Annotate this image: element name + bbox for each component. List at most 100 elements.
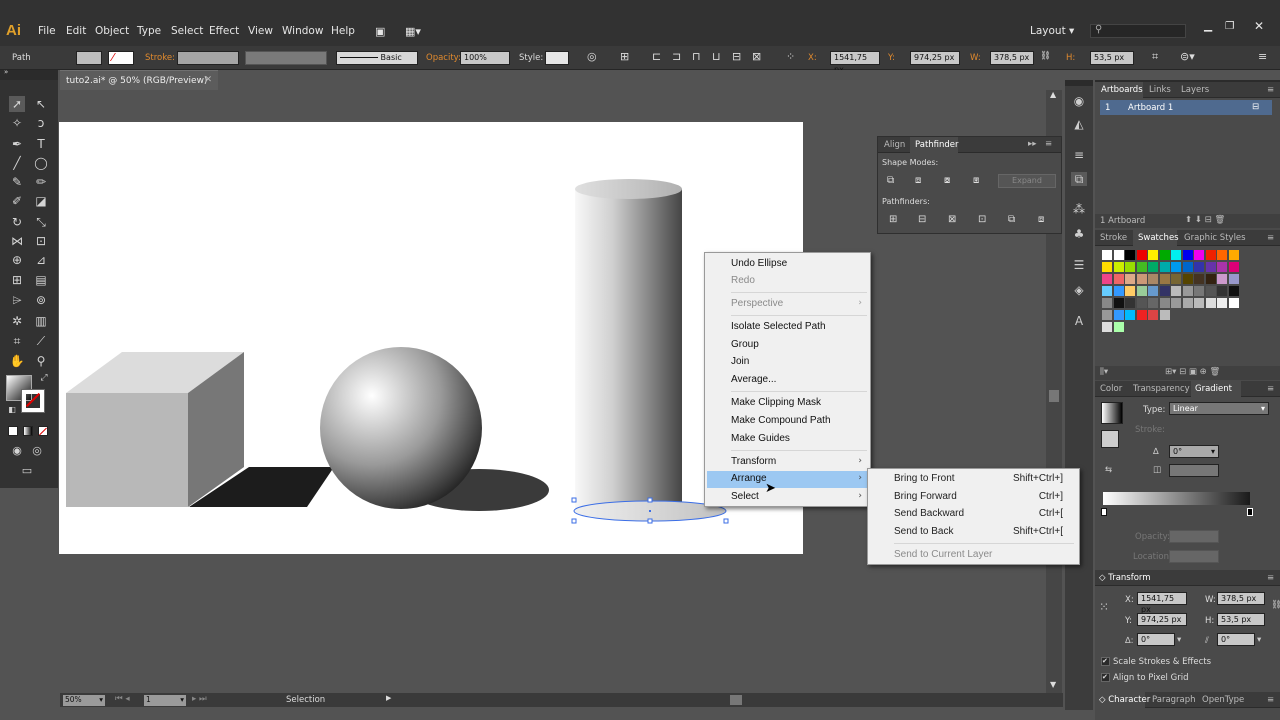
shear-field[interactable]: 0° — [1217, 633, 1255, 646]
swatch[interactable] — [1113, 286, 1124, 296]
unite-icon[interactable]: ⧉ — [887, 175, 894, 186]
swatch[interactable] — [1136, 262, 1147, 272]
isolate-icon[interactable]: ⊜▾ — [1180, 50, 1195, 63]
panel-menu-icon[interactable]: ≡ — [1045, 139, 1052, 149]
swatch[interactable] — [1228, 286, 1239, 296]
artboard-row[interactable]: 1 Artboard 1 ⊟ — [1100, 100, 1272, 115]
gradient-fill-stroke-icon[interactable] — [1101, 430, 1119, 448]
draw-normal-icon[interactable]: ◉ — [9, 443, 25, 459]
menu-effect[interactable]: Effect — [209, 25, 239, 37]
paintbrush-icon[interactable]: ✎ — [9, 174, 25, 190]
menu-type[interactable]: Type — [137, 25, 161, 37]
gradient-type-select[interactable]: Linear ▾ — [1169, 402, 1269, 415]
transform-y-field[interactable]: 974,25 px — [1137, 613, 1187, 626]
default-colors-icon[interactable]: ◧ — [4, 402, 20, 418]
y-field[interactable]: 974,25 px — [910, 51, 960, 65]
menu-bring-forward[interactable]: Bring Forward — [894, 491, 957, 502]
close-tab-icon[interactable]: ✕ — [204, 75, 212, 85]
bridge-icon[interactable]: ▣ — [375, 25, 385, 38]
swatch[interactable] — [1159, 250, 1170, 260]
aspect-ratio-field[interactable] — [1169, 464, 1219, 477]
mesh-tool-icon[interactable]: ⊞ — [9, 272, 25, 288]
swatch[interactable] — [1228, 262, 1239, 272]
shear-dropdown-icon[interactable]: ▾ — [1257, 635, 1261, 645]
w-field[interactable]: 378,5 px — [990, 51, 1034, 65]
swatch[interactable] — [1125, 298, 1135, 308]
swatch[interactable] — [1205, 262, 1216, 272]
minimize-button[interactable]: ▁ — [1204, 20, 1212, 32]
align-top-icon[interactable]: ⊔ — [712, 50, 721, 63]
swatch[interactable] — [1113, 262, 1124, 272]
swatch[interactable] — [1228, 298, 1239, 308]
draw-behind-icon[interactable]: ◎ — [29, 443, 45, 459]
exclude-icon[interactable]: ⧆ — [973, 175, 979, 186]
minus-front-icon[interactable]: ⧈ — [915, 175, 921, 186]
swatch[interactable] — [1148, 274, 1158, 284]
panel-menu-icon[interactable]: ≡ — [1267, 384, 1274, 394]
panel-menu-icon[interactable]: ≡ — [1267, 695, 1274, 705]
status-arrow-icon[interactable]: ▶ — [386, 694, 391, 702]
menu-select[interactable]: Select — [171, 25, 203, 37]
reference-point-icon[interactable]: ⁙ — [1099, 600, 1109, 614]
tab-paragraph[interactable]: Paragraph — [1152, 695, 1196, 705]
swatch[interactable] — [1159, 310, 1170, 320]
appearance-icon[interactable]: ☰ — [1071, 258, 1087, 272]
image-trace-icon[interactable]: ◭ — [1071, 117, 1087, 131]
gradient-stop-end[interactable] — [1247, 508, 1253, 516]
recolor-icon[interactable]: ◎ — [587, 50, 597, 63]
swatch[interactable] — [1159, 298, 1170, 308]
artboard-tool-icon[interactable]: ⌗ — [9, 333, 25, 349]
align-left-icon[interactable]: ⊏ — [652, 50, 661, 63]
graphic-style-swatch[interactable] — [545, 51, 569, 65]
scale-strokes-checkbox[interactable]: ✔ — [1101, 657, 1110, 666]
menu-average[interactable]: Average... — [731, 374, 776, 385]
next-artboard-icon[interactable]: ▸ ⏭ — [192, 694, 207, 704]
swatch[interactable] — [1171, 250, 1181, 260]
perspective-grid-icon[interactable]: ⊿ — [33, 252, 49, 268]
swatch[interactable] — [1125, 274, 1135, 284]
hand-tool-icon[interactable]: ✋ — [9, 353, 25, 369]
swatch[interactable] — [1182, 274, 1193, 284]
reference-point-icon[interactable]: ⁘ — [786, 50, 795, 63]
swatch[interactable] — [1102, 274, 1112, 284]
menu-send-to-back[interactable]: Send to Back — [894, 526, 953, 537]
screen-mode-icon[interactable]: ▭ — [19, 463, 35, 479]
menu-send-backward[interactable]: Send Backward — [894, 508, 964, 519]
panel-menu-icon[interactable]: ≡ — [1267, 233, 1274, 243]
align-options-icon[interactable]: ⊞ — [620, 50, 629, 63]
swatch[interactable] — [1102, 250, 1112, 260]
align-bottom-icon[interactable]: ⊠ — [752, 50, 761, 63]
stroke-swatch[interactable]: ⁄ — [108, 51, 134, 65]
swap-fill-stroke-icon[interactable]: ⤢ — [36, 370, 52, 386]
swatch[interactable] — [1148, 298, 1158, 308]
menu-group[interactable]: Group — [731, 339, 759, 350]
color-guide-icon[interactable]: ◉ — [1071, 94, 1087, 108]
swatch[interactable] — [1136, 298, 1147, 308]
swatch[interactable] — [1159, 262, 1170, 272]
swatch[interactable] — [1113, 298, 1124, 308]
swatch[interactable] — [1125, 250, 1135, 260]
menu-help[interactable]: Help — [331, 25, 355, 37]
transform-icon[interactable]: ⌗ — [1152, 50, 1158, 64]
scroll-down-icon[interactable]: ▼ — [1050, 680, 1056, 689]
swatch[interactable] — [1205, 274, 1216, 284]
collapse-icon[interactable]: ▸▸ — [1028, 139, 1037, 149]
swatch[interactable] — [1217, 262, 1227, 272]
control-menu-icon[interactable]: ≡ — [1258, 50, 1267, 63]
eyedropper-icon[interactable]: ⌲ — [9, 292, 25, 308]
scale-tool-icon[interactable]: ⤡ — [33, 214, 49, 230]
brush-definition[interactable]: Basic — [336, 51, 418, 65]
swatch[interactable] — [1205, 250, 1216, 260]
swatch[interactable] — [1182, 250, 1193, 260]
swatch[interactable] — [1182, 298, 1193, 308]
pen-tool-icon[interactable]: ✒ — [9, 136, 25, 152]
lasso-icon[interactable]: ↄ — [33, 115, 49, 131]
gradient-mode-icon[interactable] — [23, 426, 33, 436]
first-artboard-icon[interactable]: ⏮ ◂ — [115, 694, 130, 704]
ellipse-tool-icon[interactable]: ◯ — [33, 155, 49, 171]
angle-field[interactable]: 0° ▾ — [1169, 445, 1219, 458]
stroke-label[interactable]: Stroke: — [145, 53, 175, 63]
tab-stroke[interactable]: Stroke — [1100, 233, 1127, 243]
swatch[interactable] — [1194, 286, 1204, 296]
align-panel-icon[interactable]: ≡ — [1071, 148, 1087, 162]
